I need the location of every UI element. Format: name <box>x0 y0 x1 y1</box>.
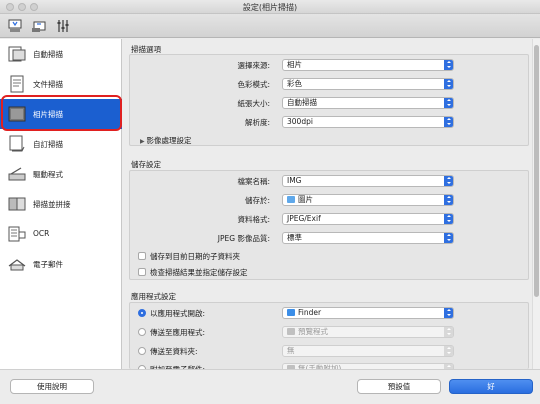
scan-and-stitch-icon <box>8 197 26 211</box>
auto-scan-icon <box>8 46 26 62</box>
bottom-button-bar: 使用說明 預設值 好 <box>0 369 540 404</box>
select-arrow-icon <box>444 79 453 89</box>
selection-highlight-ring <box>1 95 122 131</box>
preview-app-icon <box>287 328 295 335</box>
select-arrow-icon <box>444 195 453 205</box>
sidebar-item-label: 文件掃描 <box>33 80 63 89</box>
send-to-folder-select[interactable]: 無 <box>282 345 454 357</box>
file-name-value: IMG <box>287 176 302 185</box>
image-processing-label: 影像處理設定 <box>146 136 192 145</box>
scan-from-computer-icon[interactable] <box>6 17 24 35</box>
sidebar-item-label: 自動掃描 <box>33 50 63 59</box>
send-to-folder-value: 無 <box>287 346 295 355</box>
sidebar-item-email[interactable]: 電子郵件 <box>0 249 122 279</box>
document-scan-icon <box>10 75 24 93</box>
paper-size-value: 自動掃描 <box>287 98 317 107</box>
select-arrow-icon <box>444 98 453 108</box>
open-with-app-value: Finder <box>298 308 322 317</box>
select-arrow-icon <box>444 214 453 224</box>
paper-size-label: 紙張大小: <box>237 99 270 108</box>
jpeg-quality-select[interactable]: 標準 <box>282 232 454 244</box>
check-results-label[interactable]: 檢查掃描結果並指定儲存設定 <box>150 267 248 278</box>
ocr-icon <box>8 226 26 242</box>
settings-panel: 掃描選項 選擇來源: 相片 色彩模式: 彩色 紙張大小: 自動掃描 解析度: 3… <box>123 39 540 375</box>
email-icon <box>8 259 26 271</box>
sidebar-item-driver[interactable]: 驅動程式 <box>0 159 122 189</box>
resolution-value: 300dpi <box>287 117 313 126</box>
data-format-value: JPEG/Exif <box>287 214 321 223</box>
file-name-label: 檔案名稱: <box>237 177 270 186</box>
send-to-app-label[interactable]: 傳送至應用程式: <box>150 327 205 338</box>
source-value: 相片 <box>287 60 302 69</box>
sidebar-item-scan-and-stitch[interactable]: 掃描並拼接 <box>0 189 122 219</box>
finder-icon <box>287 309 295 316</box>
send-to-app-radio[interactable] <box>138 328 146 336</box>
open-with-app-label[interactable]: 以應用程式開啟: <box>150 308 205 319</box>
check-results-checkbox[interactable] <box>138 268 146 276</box>
sidebar-item-ocr[interactable]: OCR <box>0 219 122 249</box>
jpeg-quality-value: 標準 <box>287 233 302 242</box>
save-in-select[interactable]: 圖片 <box>282 194 454 206</box>
sidebar-item-label: OCR <box>33 229 50 238</box>
sidebar-item-custom-scan[interactable]: 自訂掃描 <box>0 129 122 159</box>
sidebar-item-label: 驅動程式 <box>33 170 63 179</box>
driver-icon <box>8 167 26 181</box>
data-format-label: 資料格式: <box>237 215 270 224</box>
select-arrow-icon <box>444 60 453 70</box>
scan-from-operation-panel-icon[interactable] <box>30 17 48 35</box>
send-to-folder-radio[interactable] <box>138 347 146 355</box>
data-format-select[interactable]: JPEG/Exif <box>282 213 454 225</box>
color-mode-label: 色彩模式: <box>237 80 270 89</box>
app-settings-section: 以應用程式開啟: Finder 傳送至應用程式: 預覽程式 傳送至資料夾: 無 … <box>129 302 529 375</box>
window-title: 設定(相片掃描) <box>242 3 298 12</box>
folder-icon <box>287 196 295 203</box>
select-arrow-icon <box>444 117 453 127</box>
scan-options-section: 選擇來源: 相片 色彩模式: 彩色 紙張大小: 自動掃描 解析度: 300dpi… <box>129 54 529 146</box>
select-arrow-icon <box>444 327 453 337</box>
custom-scan-icon <box>9 135 25 152</box>
scrollbar-thumb[interactable] <box>534 45 539 297</box>
title-bar: 設定(相片掃描) <box>0 0 540 14</box>
save-in-value: 圖片 <box>298 195 313 204</box>
send-to-app-select[interactable]: 預覽程式 <box>282 326 454 338</box>
send-to-folder-label[interactable]: 傳送至資料夾: <box>150 346 198 357</box>
sidebar-item-label: 自訂掃描 <box>33 140 63 149</box>
resolution-select[interactable]: 300dpi <box>282 116 454 128</box>
file-name-select[interactable]: IMG <box>282 175 454 187</box>
open-with-app-radio[interactable] <box>138 309 146 317</box>
sidebar-item-label: 掃描並拼接 <box>33 200 71 209</box>
app-settings-title: 應用程式設定 <box>131 292 176 301</box>
open-with-app-select[interactable]: Finder <box>282 307 454 319</box>
resolution-label: 解析度: <box>244 118 270 127</box>
sidebar-item-label: 電子郵件 <box>33 260 63 269</box>
source-select[interactable]: 相片 <box>282 59 454 71</box>
toolbar <box>0 14 540 38</box>
save-in-label: 儲存於: <box>244 196 270 205</box>
general-settings-icon[interactable] <box>54 17 72 35</box>
defaults-button[interactable]: 預設值 <box>357 379 441 394</box>
subfolder-by-date-label[interactable]: 儲存到目前日期的子資料夾 <box>150 251 240 262</box>
save-settings-section: 檔案名稱: IMG 儲存於: 圖片 資料格式: JPEG/Exif JPEG 影… <box>129 170 529 280</box>
save-settings-title: 儲存設定 <box>131 160 161 169</box>
sidebar-item-auto-scan[interactable]: 自動掃描 <box>0 39 122 69</box>
select-arrow-icon <box>444 233 453 243</box>
vertical-scrollbar[interactable] <box>532 39 540 369</box>
image-processing-disclosure[interactable]: ▶ 影像處理設定 <box>140 135 192 146</box>
subfolder-by-date-checkbox[interactable] <box>138 252 146 260</box>
jpeg-quality-label: JPEG 影像品質: <box>217 234 270 243</box>
select-arrow-icon <box>444 346 453 356</box>
ok-button[interactable]: 好 <box>449 379 533 394</box>
send-to-app-value: 預覽程式 <box>298 327 328 336</box>
color-mode-select[interactable]: 彩色 <box>282 78 454 90</box>
select-arrow-icon <box>444 176 453 186</box>
select-arrow-icon <box>444 308 453 318</box>
help-button[interactable]: 使用說明 <box>10 379 94 394</box>
source-label: 選擇來源: <box>237 61 270 70</box>
paper-size-select[interactable]: 自動掃描 <box>282 97 454 109</box>
color-mode-value: 彩色 <box>287 79 302 88</box>
scan-mode-sidebar: 自動掃描 文件掃描 相片掃描 自訂掃描 驅動程式 掃描並拼接 OCR 電子郵件 <box>0 39 122 369</box>
